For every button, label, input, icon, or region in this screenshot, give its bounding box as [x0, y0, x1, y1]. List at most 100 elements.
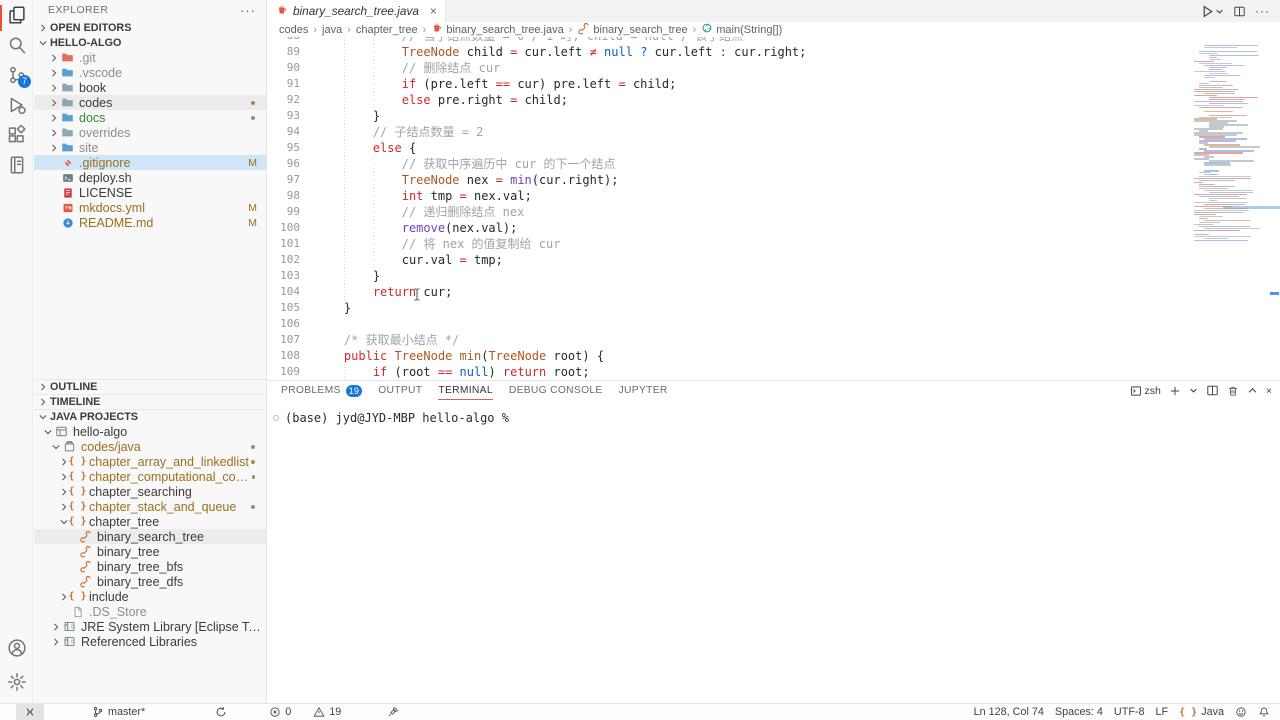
kill-terminal-icon[interactable]: [1227, 385, 1239, 397]
panel-tab-problems[interactable]: PROBLEMS19: [281, 381, 362, 400]
breadcrumb-item-codes[interactable]: codes: [279, 24, 308, 36]
code-line-101[interactable]: 101 // 将 nex 的值复制给 cur: [267, 236, 1190, 252]
code-line-97[interactable]: 97 TreeNode nex = min(cur.right);: [267, 172, 1190, 188]
tab-binary-search-tree-java[interactable]: binary_search_tree.java ×: [267, 0, 446, 22]
file-row-codes[interactable]: codes: [34, 95, 266, 110]
file-row-deploy-sh[interactable]: deploy.sh: [34, 170, 266, 185]
status-error-0[interactable]: 0: [269, 704, 291, 720]
code-line-98[interactable]: 98 int tmp = nex.val;: [267, 188, 1190, 204]
java-tree-row-chapter-stack-and-queue[interactable]: { }chapter_stack_and_queue: [34, 499, 266, 514]
file-row-readme-md[interactable]: README.mdM: [34, 215, 266, 230]
terminal-output[interactable]: (base) jyd@JYD-MBP hello-algo %: [267, 400, 1280, 425]
code-line-94[interactable]: 94 // 子结点数量 = 2: [267, 124, 1190, 140]
java-tree-row-chapter-array-and-linkedlist[interactable]: { }chapter_array_and_linkedlist: [34, 454, 266, 469]
breadcrumb-item-binary-search-tree-java[interactable]: binary_search_tree.java: [431, 22, 563, 37]
java-tree-row-codes-java[interactable]: codes/java: [34, 439, 266, 454]
java-tree-row-hello-algo[interactable]: hello-algo: [34, 424, 266, 439]
split-editor-icon[interactable]: [1233, 5, 1246, 18]
java-tree-row-chapter-tree[interactable]: { }chapter_tree: [34, 514, 266, 529]
status-ln-128-col-74[interactable]: Ln 128, Col 74: [974, 704, 1044, 720]
code-line-100[interactable]: 100 remove(nex.val);: [267, 220, 1190, 236]
status-bell[interactable]: [1258, 704, 1270, 720]
code-line-104[interactable]: 104 return cur;: [267, 284, 1190, 300]
code-line-95[interactable]: 95 else {: [267, 140, 1190, 156]
status-warning-19[interactable]: 19: [313, 704, 341, 720]
java-tree-row-chapter-computational-complexity[interactable]: { }chapter_computational_complexity: [34, 469, 266, 484]
activity-extensions-icon[interactable]: [0, 120, 33, 150]
java-tree-row-chapter-searching[interactable]: { }chapter_searching: [34, 484, 266, 499]
panel-tab-output[interactable]: OUTPUT: [378, 381, 422, 400]
java-tree-row-referenced-libraries[interactable]: Referenced Libraries: [34, 634, 266, 649]
file-row-book[interactable]: book: [34, 80, 266, 95]
code-line-93[interactable]: 93 }: [267, 108, 1190, 124]
breadcrumb-item-main-string-[interactable]: main(String[]): [701, 22, 782, 37]
code-line-89[interactable]: 89 TreeNode child = cur.left ≠ null ? cu…: [267, 44, 1190, 60]
code-line-96[interactable]: 96 // 获取中序遍历中 cur 的下一个结点: [267, 156, 1190, 172]
code-line-109[interactable]: 109 if (root == null) return root;: [267, 364, 1190, 380]
java-tree-row-binary-tree-dfs[interactable]: binary_tree_dfs: [34, 574, 266, 589]
more-actions-icon[interactable]: ···: [240, 3, 256, 18]
section-project-root[interactable]: HELLO-ALGO: [34, 35, 266, 50]
section-timeline[interactable]: TIMELINE: [34, 394, 266, 409]
code-line-108[interactable]: 108 public TreeNode min(TreeNode root) {: [267, 348, 1190, 364]
file-row--vscode[interactable]: .vscode: [34, 65, 266, 80]
code-line-92[interactable]: 92 else pre.right = child;: [267, 92, 1190, 108]
panel-tab-terminal[interactable]: TERMINAL: [438, 381, 492, 400]
java-tree-row--ds-store[interactable]: .DS_Store: [34, 604, 266, 619]
activity-run-and-debug-icon[interactable]: [0, 90, 33, 120]
code-line-103[interactable]: 103 }: [267, 268, 1190, 284]
code-line-102[interactable]: 102 cur.val = tmp;: [267, 252, 1190, 268]
java-tree-row-binary-tree-bfs[interactable]: binary_tree_bfs: [34, 559, 266, 574]
section-open-editors[interactable]: OPEN EDITORS: [34, 20, 266, 35]
file-row-license[interactable]: LICENSE: [34, 185, 266, 200]
code-line-90[interactable]: 90 // 删除结点 cur: [267, 60, 1190, 76]
code-line-106[interactable]: 106: [267, 316, 1190, 332]
activity-explorer-icon[interactable]: [0, 0, 33, 30]
minimap[interactable]: [1192, 45, 1268, 244]
status-rocket[interactable]: [387, 704, 399, 720]
section-outline[interactable]: OUTLINE: [34, 379, 266, 394]
code-line-91[interactable]: 91 if (pre.left == cur) pre.left = child…: [267, 76, 1190, 92]
maximize-panel-icon[interactable]: [1247, 385, 1258, 396]
breadcrumb-item-binary-search-tree[interactable]: binary_search_tree: [577, 22, 687, 38]
activity-settings-icon[interactable]: [0, 665, 33, 699]
file-row-site[interactable]: site: [34, 140, 266, 155]
breadcrumb-item-chapter-tree[interactable]: chapter_tree: [356, 24, 418, 36]
status-utf-8[interactable]: UTF-8: [1114, 704, 1145, 720]
close-panel-icon[interactable]: ×: [1266, 385, 1272, 397]
code-line-88[interactable]: 88 // 当子结点数量 = 0 / 1 时, child = null / 该…: [267, 37, 1190, 44]
java-tree-row-jre-system-library-eclipse-temurin-17-17-[interactable]: JRE System Library [Eclipse Temurin 17 […: [34, 619, 266, 634]
code-line-99[interactable]: 99 // 递归删除结点 nex: [267, 204, 1190, 220]
run-button[interactable]: [1200, 4, 1224, 19]
status-sync[interactable]: [215, 704, 227, 720]
chevron-down-icon[interactable]: [1189, 386, 1198, 395]
split-terminal-icon[interactable]: [1206, 384, 1219, 397]
panel-tab-debug-console[interactable]: DEBUG CONSOLE: [509, 381, 603, 400]
java-tree-row-include[interactable]: { }include: [34, 589, 266, 604]
section-java-projects[interactable]: JAVA PROJECTS: [34, 409, 266, 424]
status-feedback[interactable]: [1235, 704, 1247, 720]
new-terminal-icon[interactable]: [1169, 385, 1181, 397]
file-row--git[interactable]: .git: [34, 50, 266, 65]
file-row--gitignore[interactable]: .gitignoreM: [34, 155, 266, 170]
more-actions-icon[interactable]: ···: [1255, 4, 1270, 18]
java-tree-row-binary-tree[interactable]: binary_tree: [34, 544, 266, 559]
breadcrumb-item-java[interactable]: java: [322, 24, 342, 36]
file-row-mkdocs-yml[interactable]: mkdocs.ymlM: [34, 200, 266, 215]
status-spaces-4[interactable]: Spaces: 4: [1055, 704, 1103, 720]
status-branch-master[interactable]: master*: [92, 704, 145, 720]
code-line-107[interactable]: 107 /* 获取最小结点 */: [267, 332, 1190, 348]
activity-source-control-icon[interactable]: 7: [0, 60, 33, 90]
status-lf[interactable]: LF: [1156, 704, 1169, 720]
code-line-105[interactable]: 105 }: [267, 300, 1190, 316]
status-java[interactable]: { }Java: [1179, 704, 1224, 720]
close-icon[interactable]: ×: [430, 4, 437, 18]
file-row-overrides[interactable]: overrides: [34, 125, 266, 140]
activity-account-icon[interactable]: [0, 631, 33, 665]
activity-search-icon[interactable]: [0, 30, 33, 60]
panel-tab-jupyter[interactable]: JUPYTER: [619, 381, 668, 400]
activity-notebook-icon[interactable]: [0, 150, 33, 180]
code-editor[interactable]: 88 // 当子结点数量 = 0 / 1 时, child = null / 该…: [267, 37, 1280, 380]
status-remote[interactable]: [16, 704, 44, 720]
java-tree-row-binary-search-tree[interactable]: binary_search_tree: [34, 529, 266, 544]
